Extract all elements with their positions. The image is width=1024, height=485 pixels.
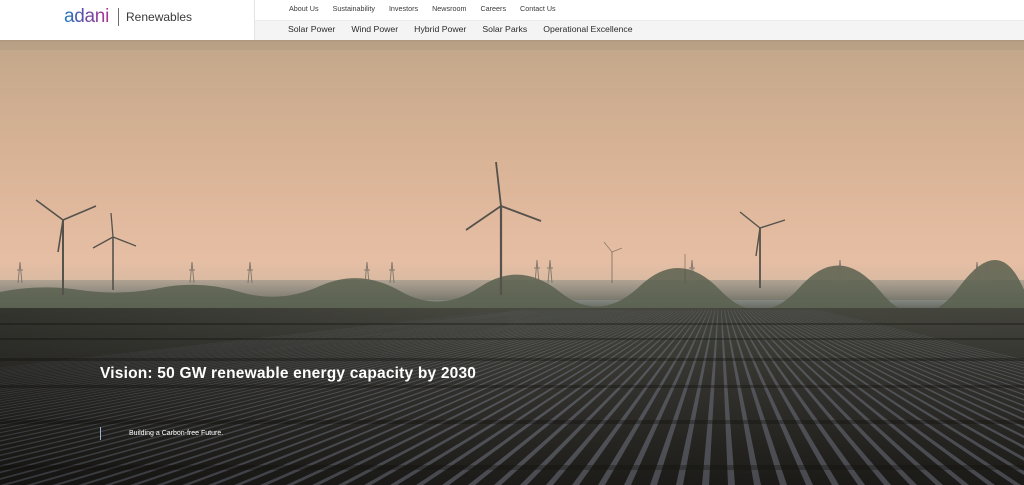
- logo-divider: [118, 8, 119, 26]
- hero-background-image: [0, 40, 1024, 485]
- nav-about-us[interactable]: About Us: [289, 3, 319, 15]
- nav-contact-us[interactable]: Contact Us: [520, 3, 556, 15]
- main-nav: Solar Power Wind Power Hybrid Power Sola…: [288, 23, 649, 35]
- brand-logo[interactable]: adani Renewables: [64, 6, 192, 28]
- nav-hybrid-power[interactable]: Hybrid Power: [414, 23, 466, 35]
- nav-sustainability[interactable]: Sustainability: [333, 3, 375, 15]
- brand-name: adani: [64, 6, 109, 27]
- utility-nav: About Us Sustainability Investors Newsro…: [289, 3, 570, 15]
- nav-solar-parks[interactable]: Solar Parks: [482, 23, 527, 35]
- nav-solar-power[interactable]: Solar Power: [288, 23, 335, 35]
- nav-operational-excellence[interactable]: Operational Excellence: [543, 23, 632, 35]
- hero-title: Vision: 50 GW renewable energy capacity …: [100, 365, 477, 382]
- hero-banner: Vision: 50 GW renewable energy capacity …: [0, 40, 1024, 485]
- nav-investors[interactable]: Investors: [389, 3, 418, 15]
- site-header: adani Renewables About Us Sustainability…: [0, 0, 1024, 40]
- hero-subtitle: Building a Carbon-free Future.: [129, 429, 224, 437]
- subtitle-accent-bar: [100, 426, 101, 440]
- nav-wind-power[interactable]: Wind Power: [351, 23, 398, 35]
- hero-subtitle-block: Building a Carbon-free Future.: [100, 426, 223, 440]
- nav-newsroom[interactable]: Newsroom: [432, 3, 466, 15]
- brand-division: Renewables: [126, 10, 193, 24]
- nav-careers[interactable]: Careers: [480, 3, 506, 15]
